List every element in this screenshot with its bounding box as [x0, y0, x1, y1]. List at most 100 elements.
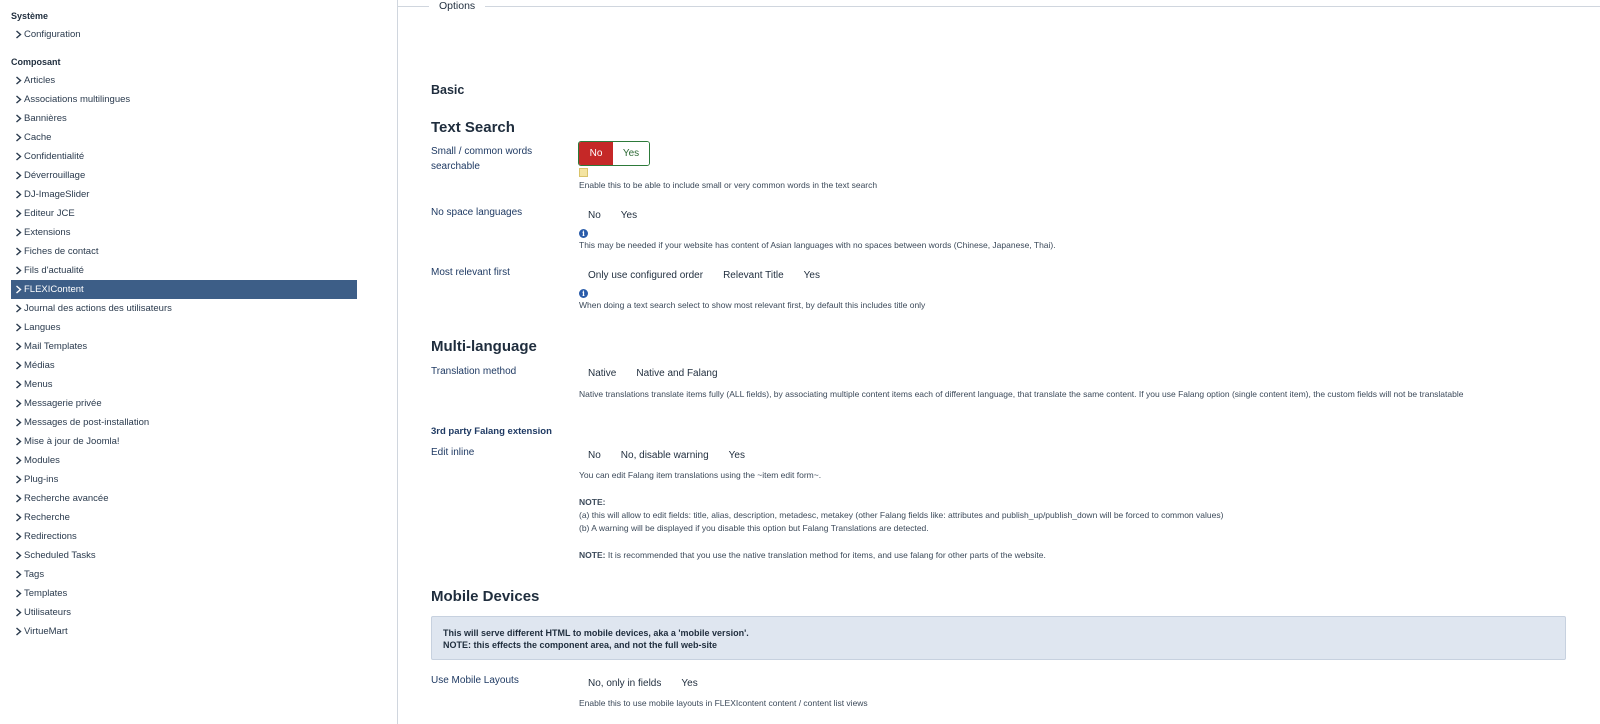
sidebar-item-label: Utilisateurs [24, 607, 71, 618]
sidebar-item-label: Mise à jour de Joomla! [24, 436, 120, 447]
no-space-option-no[interactable]: No [578, 204, 611, 227]
sidebar-item-tags[interactable]: Tags [11, 565, 357, 584]
sidebar-heading-component: Composant [11, 57, 61, 67]
sidebar-item-label: FLEXIContent [24, 284, 84, 295]
sidebar-item-redirections[interactable]: Redirections [11, 527, 357, 546]
sidebar: Système Configuration Composant Articles… [0, 0, 358, 724]
chevron-right-icon [13, 551, 23, 561]
sidebar-item-extensions[interactable]: Extensions [11, 223, 357, 242]
sidebar-item-langues[interactable]: Langues [11, 318, 357, 337]
mobile-option-fields-only[interactable]: No, only in fields [578, 672, 671, 695]
most-relevant-description: When doing a text search select to show … [579, 300, 926, 310]
sidebar-item-label: Articles [24, 75, 56, 86]
mobile-layouts-options: No, only in fields Yes [578, 672, 708, 695]
sidebar-item-templates[interactable]: Templates [11, 584, 357, 603]
info-icon[interactable]: i [579, 289, 588, 298]
chevron-right-icon [13, 532, 23, 542]
sidebar-item-label: Messages de post-installation [24, 417, 150, 428]
small-words-no-button[interactable]: No [579, 142, 613, 165]
component-list: Articles Associations multilingues Bannièr… [11, 71, 358, 641]
sidebar-item-journal-des-actions-des-utilisateurs[interactable]: Journal des actions des utilisateurs [11, 299, 357, 318]
sidebar-item-label: Associations multilingues [24, 94, 131, 105]
mobile-option-yes[interactable]: Yes [671, 672, 707, 695]
mobile-layouts-description: Enable this to use mobile layouts in FLE… [579, 698, 868, 708]
alert-line-2: NOTE: this effects the component area, a… [443, 640, 718, 650]
chevron-right-icon [13, 76, 23, 86]
sidebar-item-editeur-jce[interactable]: Editeur JCE [11, 204, 357, 223]
translation-method-label: Translation method [431, 366, 517, 377]
sidebar-item-flexicontent[interactable]: FLEXIContent [11, 280, 357, 299]
sidebar-item-plug-ins[interactable]: Plug-ins [11, 470, 357, 489]
flag-icon [579, 168, 588, 177]
sidebar-item-label: Confidentialité [24, 151, 85, 162]
sidebar-item-messagerie-priv-e[interactable]: Messagerie privée [11, 394, 357, 413]
alert-line-1: This will serve different HTML to mobile… [443, 628, 749, 638]
sidebar-item-dj-imageslider[interactable]: DJ-ImageSlider [11, 185, 357, 204]
chevron-right-icon [13, 133, 23, 143]
small-words-toggle: No Yes [578, 141, 650, 166]
sidebar-item-fiches-de-contact[interactable]: Fiches de contact [11, 242, 357, 261]
sidebar-item-label: VirtueMart [24, 626, 68, 637]
chevron-right-icon [13, 247, 23, 257]
edit-inline-note2: NOTE: It is recommended that you use the… [579, 549, 1046, 562]
sidebar-item-messages-de-post-installation[interactable]: Messages de post-installation [11, 413, 357, 432]
sidebar-item-modules[interactable]: Modules [11, 451, 357, 470]
edit-inline-option-no[interactable]: No [578, 444, 611, 467]
sidebar-item-mise-jour-de-joomla[interactable]: Mise à jour de Joomla! [11, 432, 357, 451]
sidebar-item-utilisateurs[interactable]: Utilisateurs [11, 603, 357, 622]
sidebar-item-label: DJ-ImageSlider [24, 189, 90, 200]
chevron-right-icon [13, 608, 23, 618]
edit-inline-options: No No, disable warning Yes [578, 444, 755, 467]
note-a: (a) this will allow to edit fields: titl… [579, 510, 1224, 520]
sidebar-item-label: Fiches de contact [24, 246, 99, 257]
sidebar-item-banni-res[interactable]: Bannières [11, 109, 357, 128]
no-space-options: No Yes [578, 204, 647, 227]
info-icon[interactable]: i [579, 229, 588, 238]
sidebar-item-associations-multilingues[interactable]: Associations multilingues [11, 90, 357, 109]
sidebar-item-virtuemart[interactable]: VirtueMart [11, 622, 357, 641]
chevron-right-icon [13, 30, 23, 40]
sidebar-item-d-verrouillage[interactable]: Déverrouillage [11, 166, 357, 185]
sidebar-item-recherche[interactable]: Recherche [11, 508, 357, 527]
sidebar-item-scheduled-tasks[interactable]: Scheduled Tasks [11, 546, 357, 565]
sidebar-item-fils-d-actualit[interactable]: Fils d'actualité [11, 261, 357, 280]
sidebar-item-configuration[interactable]: Configuration [11, 25, 357, 44]
sidebar-item-menus[interactable]: Menus [11, 375, 357, 394]
sidebar-item-label: Editeur JCE [24, 208, 75, 219]
no-space-label: No space languages [431, 207, 523, 218]
sidebar-item-cache[interactable]: Cache [11, 128, 357, 147]
chevron-right-icon [13, 304, 23, 314]
multi-language-heading: Multi-language [431, 338, 537, 355]
most-relevant-option-title[interactable]: Relevant Title [713, 264, 794, 287]
no-space-option-yes[interactable]: Yes [611, 204, 647, 227]
most-relevant-option-yes[interactable]: Yes [794, 264, 830, 287]
sidebar-item-confidentialit[interactable]: Confidentialité [11, 147, 357, 166]
sidebar-item-label: Journal des actions des utilisateurs [24, 303, 172, 314]
translation-method-description: Native translations translate items full… [579, 389, 1464, 399]
sidebar-item-mail-templates[interactable]: Mail Templates [11, 337, 357, 356]
sidebar-item-label: Recherche [24, 512, 70, 523]
sidebar-item-label: Extensions [24, 227, 71, 238]
edit-inline-label: Edit inline [431, 447, 475, 458]
sidebar-item-label: Mail Templates [24, 341, 88, 352]
small-words-yes-button[interactable]: Yes [613, 142, 649, 165]
chevron-right-icon [13, 152, 23, 162]
edit-inline-option-no-warning[interactable]: No, disable warning [611, 444, 719, 467]
sidebar-item-m-dias[interactable]: Médias [11, 356, 357, 375]
chevron-right-icon [13, 570, 23, 580]
sidebar-item-articles[interactable]: Articles [11, 71, 357, 90]
sidebar-item-label: Messagerie privée [24, 398, 102, 409]
translation-option-native[interactable]: Native [578, 362, 626, 385]
sidebar-item-recherche-avanc-e[interactable]: Recherche avancée [11, 489, 357, 508]
small-words-switch: No Yes [578, 141, 650, 166]
options-panel: Options Basic Text Search Small / common… [397, 0, 1600, 724]
chevron-right-icon [13, 589, 23, 599]
translation-method-options: Native Native and Falang [578, 362, 728, 385]
no-space-description: This may be needed if your website has c… [579, 240, 1056, 250]
chevron-right-icon [13, 437, 23, 447]
translation-option-falang[interactable]: Native and Falang [626, 362, 727, 385]
note2-label: NOTE: [579, 550, 606, 560]
edit-inline-option-yes[interactable]: Yes [719, 444, 755, 467]
sidebar-item-label: Modules [24, 455, 60, 466]
most-relevant-option-configured[interactable]: Only use configured order [578, 264, 713, 287]
